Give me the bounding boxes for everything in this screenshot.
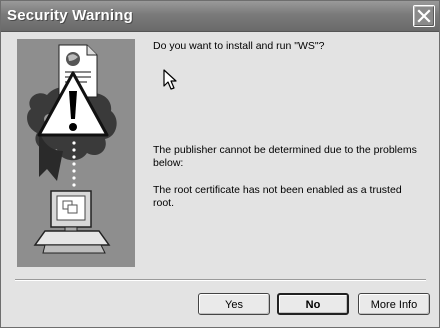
- arrow-cursor-icon: [163, 69, 177, 90]
- publisher-warning-text: The publisher cannot be determined due t…: [153, 144, 417, 169]
- security-warning-dialog: Security Warning Do you want to install …: [0, 0, 440, 328]
- close-icon: [417, 9, 431, 23]
- separator: [15, 279, 426, 281]
- close-button[interactable]: [413, 5, 435, 27]
- security-illustration: [17, 39, 135, 267]
- computer-icon: [33, 190, 111, 254]
- more-info-button[interactable]: More Info: [358, 293, 430, 315]
- yes-button[interactable]: Yes: [198, 293, 270, 315]
- root-certificate-text: The root certificate has not been enable…: [153, 184, 402, 209]
- no-button[interactable]: No: [277, 293, 349, 315]
- window-title: Security Warning: [7, 7, 133, 24]
- title-bar[interactable]: Security Warning: [1, 1, 439, 32]
- install-question: Do you want to install and run "WS"?: [153, 40, 325, 52]
